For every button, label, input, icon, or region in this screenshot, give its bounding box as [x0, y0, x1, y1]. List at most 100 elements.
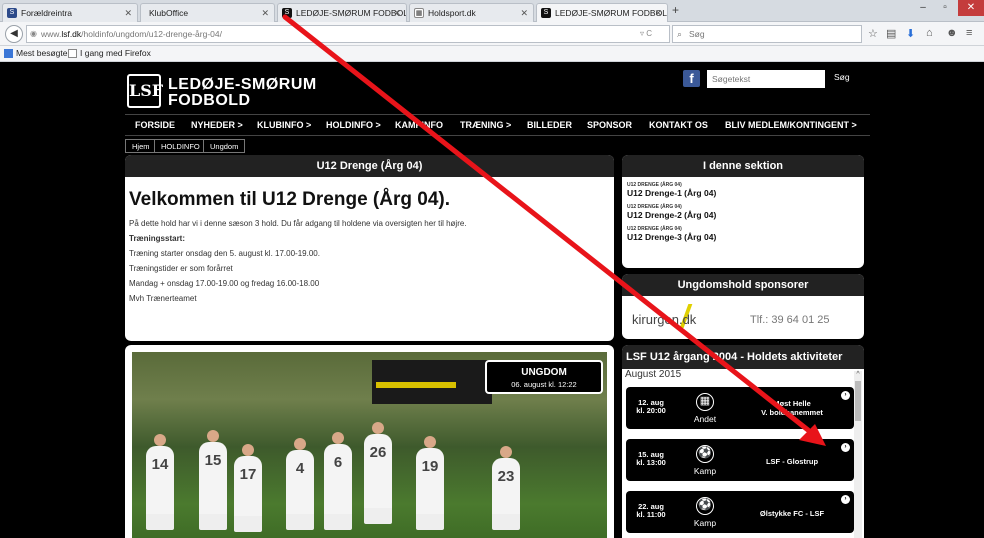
- player: 17: [234, 456, 262, 532]
- section-item[interactable]: U12 DRENGE (ÅRG 04) U12 Drenge-2 (Årg 04…: [622, 204, 864, 221]
- nav-holdinfo[interactable]: HOLDINFO >: [326, 120, 381, 130]
- activity-item[interactable]: 22. aug kl. 11:00 ⚽ Kamp Ølstykke FC - LS…: [626, 491, 854, 533]
- breadcrumb-holdinfo[interactable]: HOLDINFO: [154, 139, 207, 153]
- activity-date: 12. aug kl. 20:00: [636, 398, 666, 415]
- main-navigation: FORSIDE NYHEDER > KLUBINFO > HOLDINFO > …: [125, 114, 870, 136]
- activities-scrollbar[interactable]: ^: [854, 371, 862, 538]
- activity-date: 15. aug kl. 13:00: [636, 450, 666, 467]
- site-search-input[interactable]: [707, 70, 825, 88]
- football-icon: ⚽: [696, 445, 714, 463]
- menu-icon[interactable]: ≡: [966, 27, 972, 39]
- caption-date: 06. august kl. 12:22: [511, 380, 577, 389]
- bookmark-star-icon[interactable]: ☆: [868, 27, 878, 40]
- globe-icon: ◉: [30, 29, 37, 38]
- breadcrumb-ungdom[interactable]: Ungdom: [203, 139, 246, 153]
- facebook-icon[interactable]: f: [683, 70, 700, 87]
- activity-type: Kamp: [693, 466, 717, 476]
- tab-label: KlubOffice: [149, 8, 189, 18]
- url-bar[interactable]: ◉ www.lsf.dk/holdinfo/ungdom/u12-drenge-…: [26, 25, 670, 43]
- window-close-icon[interactable]: ✕: [958, 0, 984, 16]
- close-icon[interactable]: ✕: [124, 4, 132, 22]
- scrollbar-thumb[interactable]: [855, 381, 861, 421]
- nav-forside[interactable]: FORSIDE: [135, 120, 175, 130]
- browser-nav-bar: ◀ ◉ www.lsf.dk/holdinfo/ungdom/u12-dreng…: [0, 22, 984, 46]
- nav-nyheder[interactable]: NYHEDER >: [191, 120, 243, 130]
- reload-icon[interactable]: ▿ C: [640, 25, 652, 43]
- web-page: LSF LEDØJE-SMØRUM FODBOLD f Søg FORSIDE …: [0, 62, 984, 538]
- download-icon[interactable]: ⬇: [906, 27, 915, 40]
- nav-kontakt[interactable]: KONTAKT OS: [649, 120, 708, 130]
- tab-label: Holdsport.dk: [428, 8, 476, 18]
- lsf-icon: S: [282, 8, 292, 18]
- nav-klubinfo[interactable]: KLUBINFO >: [257, 120, 311, 130]
- close-icon[interactable]: ✕: [393, 4, 401, 22]
- site-search-button[interactable]: Søg: [834, 72, 850, 82]
- lsf-icon: S: [541, 8, 551, 18]
- bookmark-most-visited[interactable]: Mest besøgte: [4, 46, 68, 61]
- intro-text: Træningstider er som forårret: [129, 264, 233, 273]
- nav-billeder[interactable]: BILLEDER: [527, 120, 572, 130]
- chevron-right-icon[interactable]: ›: [841, 495, 850, 504]
- scroll-up-icon[interactable]: ^: [854, 371, 862, 378]
- minimize-icon[interactable]: –: [912, 0, 934, 16]
- player-head: [424, 436, 436, 448]
- intro-heading: Velkommen til U12 Drenge (Årg 04).: [129, 189, 450, 210]
- browser-tab[interactable]: KlubOffice ✕: [140, 3, 275, 22]
- new-tab-button[interactable]: +: [672, 3, 679, 17]
- activity-item[interactable]: 15. aug kl. 13:00 ⚽ Kamp LSF - Glostrup ›: [626, 439, 854, 481]
- activity-title: Møst Helle V. boldbanemmet: [761, 399, 823, 417]
- player-head: [207, 430, 219, 442]
- chat-icon[interactable]: ☻: [946, 27, 958, 39]
- player-head: [242, 444, 254, 456]
- activity-type: Andet: [693, 414, 717, 424]
- chevron-right-icon[interactable]: ›: [841, 443, 850, 452]
- news-photo-panel[interactable]: 14 15 17 4 6 26 19 23 UNGDOM 06. august …: [125, 345, 614, 538]
- nav-sponsor[interactable]: SPONSOR: [587, 120, 632, 130]
- browser-tab-strip: S Forældreintra ✕ KlubOffice ✕ S LEDØJE-…: [0, 0, 984, 22]
- section-item[interactable]: U12 DRENGE (ÅRG 04) U12 Drenge-1 (Årg 04…: [622, 182, 864, 199]
- nav-bliv-medlem[interactable]: BLIV MEDLEM/KONTINGENT >: [725, 120, 857, 130]
- player: 19: [416, 448, 444, 530]
- tab-label: LEDØJE-SMØRUM FODBOLD: [555, 8, 668, 18]
- activity-item[interactable]: 12. aug kl. 20:00 ▦ Andet Møst Helle V. b…: [626, 387, 854, 429]
- sponsor-phone: Tlf.: 39 64 01 25: [750, 314, 830, 326]
- maximize-icon[interactable]: ▫: [934, 0, 956, 16]
- grid-icon: ▦: [414, 8, 424, 18]
- breadcrumb-home[interactable]: Hjem: [125, 139, 157, 153]
- team-activities-panel: LSF U12 årgang 2004 - Holdets aktivitete…: [622, 345, 864, 538]
- section-item[interactable]: U12 DRENGE (ÅRG 04) U12 Drenge-3 (Årg 04…: [622, 226, 864, 243]
- club-logo[interactable]: LSF: [127, 74, 163, 108]
- browser-tab[interactable]: S Forældreintra ✕: [2, 3, 138, 22]
- close-icon[interactable]: ✕: [654, 4, 662, 22]
- browser-tab[interactable]: S LEDØJE-SMØRUM FODBOLD ✕: [277, 3, 407, 22]
- nav-traening[interactable]: TRÆNING >: [460, 120, 511, 130]
- home-icon[interactable]: ⌂: [926, 27, 933, 39]
- intro-text: Træning starter onsdag den 5. august kl.…: [129, 249, 320, 258]
- browser-tab-active[interactable]: S LEDØJE-SMØRUM FODBOLD ✕: [536, 3, 668, 22]
- player: 23: [492, 458, 520, 530]
- player: 14: [146, 446, 174, 530]
- browser-tab[interactable]: ▦ Holdsport.dk ✕: [409, 3, 534, 22]
- training-start-label: Træningsstart:: [129, 234, 186, 243]
- url-prefix: www.: [41, 29, 62, 39]
- photo-caption[interactable]: UNGDOM 06. august kl. 12:22: [485, 360, 603, 394]
- activity-date: 22. aug kl. 11:00: [636, 502, 666, 519]
- sponsor-header: Ungdomshold sponsorer: [622, 274, 864, 296]
- nav-kampinfo[interactable]: KAMPINFO: [395, 120, 443, 130]
- player-head: [332, 432, 344, 444]
- bookmark-getting-started[interactable]: I gang med Firefox: [68, 46, 151, 61]
- activity-title: Ølstykke FC - LSF: [759, 509, 825, 518]
- lsf-icon: S: [7, 8, 17, 18]
- sponsor-name[interactable]: kirurgen.dk: [632, 312, 696, 327]
- close-icon[interactable]: ✕: [520, 4, 528, 22]
- player: 26: [364, 434, 392, 524]
- chevron-right-icon[interactable]: ›: [841, 391, 850, 400]
- close-icon[interactable]: ✕: [261, 4, 269, 22]
- sponsor-panel: Ungdomshold sponsorer kirurgen.dk Tlf.: …: [622, 274, 864, 339]
- player-head: [500, 446, 512, 458]
- back-arrow-icon[interactable]: ◀: [5, 25, 23, 43]
- tab-label: Forældreintra: [21, 8, 73, 18]
- reading-list-icon[interactable]: ▤: [886, 27, 896, 40]
- page-icon: [68, 49, 77, 59]
- browser-search-input[interactable]: ⌕ Søg: [672, 25, 862, 43]
